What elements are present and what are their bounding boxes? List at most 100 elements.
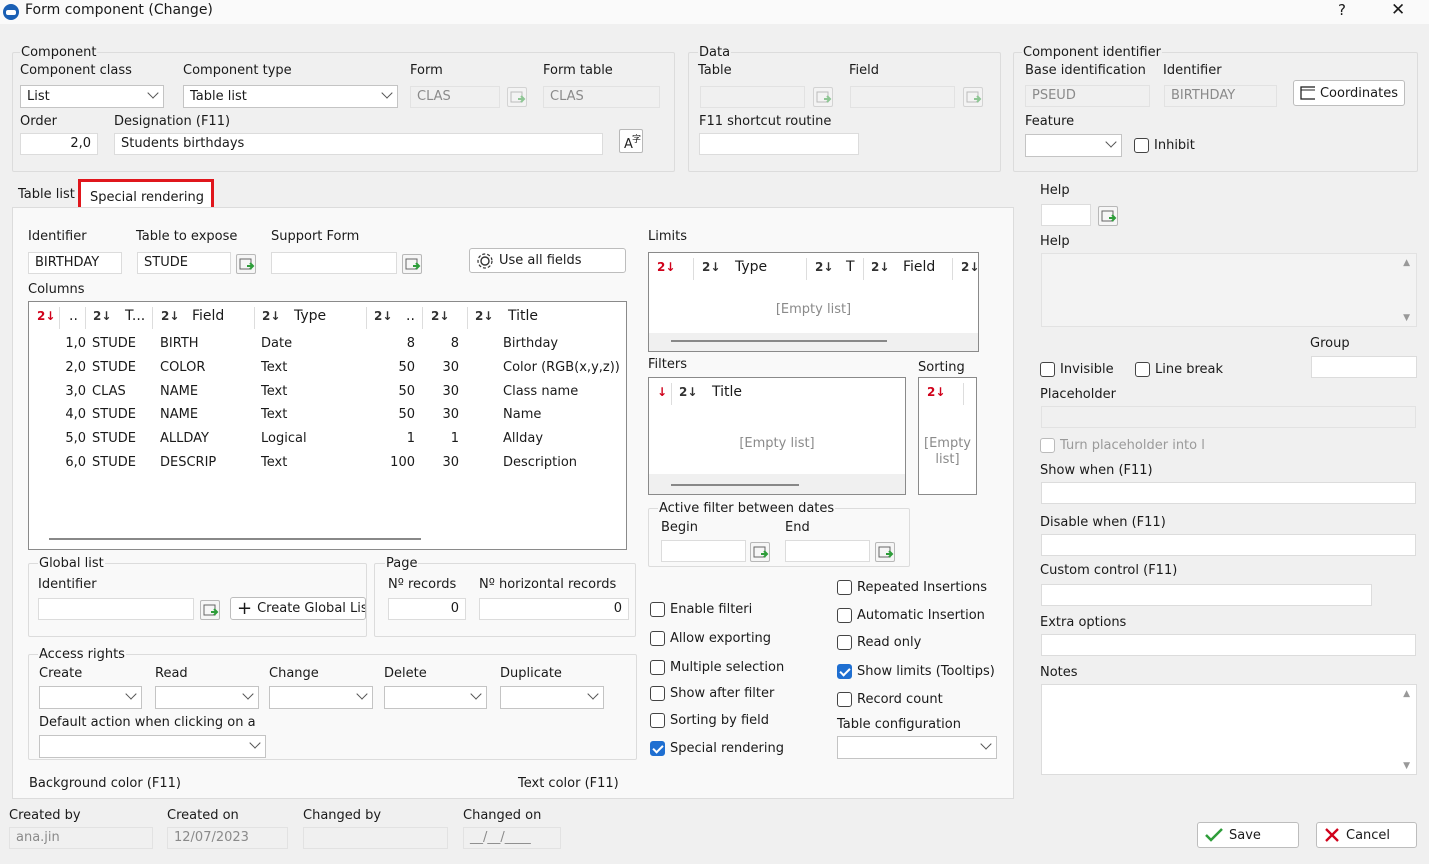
- checkbox-repeated-insertions[interactable]: Repeated Insertions: [837, 580, 987, 595]
- support-form-lookup-button[interactable]: [402, 254, 422, 274]
- checkbox-sorting-by-field[interactable]: Sorting by field: [650, 713, 769, 728]
- begin-date-button[interactable]: [750, 542, 770, 562]
- table-cell: Text: [261, 455, 288, 470]
- sort-icon: 2↓: [702, 260, 721, 274]
- custom-control-field[interactable]: [1041, 584, 1372, 606]
- tl-identifier-field[interactable]: BIRTHDAY: [28, 252, 122, 274]
- data-group-title: Data: [698, 45, 732, 60]
- read-select[interactable]: [155, 686, 259, 709]
- begin-field[interactable]: [661, 540, 746, 562]
- checkbox-allow-exporting[interactable]: Allow exporting: [650, 631, 771, 646]
- inhibit-checkbox[interactable]: Inhibit: [1134, 138, 1196, 153]
- delete-select[interactable]: [384, 686, 487, 709]
- checkbox-automatic-insertion[interactable]: Automatic Insertion: [837, 608, 985, 623]
- chevron-down-icon: [249, 737, 261, 749]
- base-identification-field[interactable]: PSEUD: [1025, 85, 1150, 107]
- lookup-icon: [816, 91, 832, 103]
- horizontal-records-field[interactable]: 0: [479, 598, 629, 620]
- checkbox-special-rendering[interactable]: Special rendering: [650, 741, 784, 756]
- data-field-lookup-button[interactable]: [963, 87, 983, 107]
- f11-shortcut-label: F11 shortcut routine: [699, 114, 832, 129]
- checkbox-show-after-filter[interactable]: Show after filter: [650, 686, 774, 701]
- disable-when-field[interactable]: [1041, 534, 1416, 556]
- show-when-field[interactable]: [1041, 482, 1416, 504]
- chevron-down-icon: [125, 688, 137, 700]
- sort-icon: 2↓: [679, 385, 698, 399]
- table-cell: 1,0: [65, 336, 86, 351]
- sort-icon: 2↓: [431, 309, 450, 323]
- table-config-select[interactable]: [837, 736, 997, 759]
- notes-area[interactable]: ▲ ▼: [1041, 684, 1417, 775]
- create-global-list-button[interactable]: + Create Global Lis: [230, 597, 366, 620]
- checkbox-record-count[interactable]: Record count: [837, 692, 943, 707]
- duplicate-select[interactable]: [500, 686, 604, 709]
- invisible-checkbox[interactable]: Invisible: [1040, 362, 1114, 377]
- table-row[interactable]: 1,0 STUDE BIRTH Date 8 8 Birthday: [29, 336, 626, 358]
- active-filter-title: Active filter between dates: [658, 501, 836, 516]
- form-lookup-button[interactable]: [507, 87, 527, 107]
- placeholder-field[interactable]: [1041, 406, 1416, 428]
- data-field-field[interactable]: [850, 86, 955, 108]
- limits-list[interactable]: 2↓ 2↓ Type 2↓ T 2↓ Field 2↓ [Empty list]: [648, 252, 979, 352]
- identifier-field[interactable]: BIRTHDAY: [1164, 85, 1277, 107]
- filters-list[interactable]: ↓ 2↓ Title [Empty list]: [648, 377, 906, 495]
- columns-list[interactable]: 2↓ .. 2↓ T... 2↓ Field 2↓ Type 2↓ .. 2↓ …: [28, 301, 627, 550]
- sort-icon: 2↓: [871, 260, 890, 274]
- checkbox-multiple-selection[interactable]: Multiple selection: [650, 660, 784, 675]
- table-row[interactable]: 4,0 STUDE NAME Text 50 30 Name: [29, 407, 626, 429]
- close-button[interactable]: ✕: [1391, 0, 1405, 20]
- calendar-icon: [753, 546, 769, 558]
- checkbox-read-only[interactable]: Read only: [837, 635, 921, 650]
- default-action-select[interactable]: [39, 735, 266, 758]
- table-row[interactable]: 6,0 STUDE DESCRIP Text 100 30 Description: [29, 455, 626, 477]
- designation-field[interactable]: Students birthdays: [114, 133, 603, 155]
- global-lookup-button[interactable]: [200, 600, 220, 620]
- save-button[interactable]: Save: [1197, 822, 1299, 848]
- sorting-list[interactable]: 2↓ [Empty list]: [918, 377, 977, 495]
- records-field[interactable]: 0: [388, 598, 466, 620]
- checkbox-enable-filteri[interactable]: Enable filteri: [650, 602, 752, 617]
- table-config-label: Table configuration: [837, 717, 961, 732]
- table-row[interactable]: 2,0 STUDE COLOR Text 50 30 Color (RGB(x,y,z)): [29, 360, 626, 382]
- create-select[interactable]: [39, 686, 142, 709]
- help-text-area[interactable]: ▲ ▼: [1041, 253, 1417, 327]
- table-to-expose-lookup-button[interactable]: [236, 254, 256, 274]
- help-button[interactable]: ?: [1338, 1, 1346, 19]
- line-break-checkbox[interactable]: Line break: [1135, 362, 1223, 377]
- sorting-label: Sorting: [918, 360, 965, 375]
- component-type-select[interactable]: Table list: [183, 85, 398, 108]
- extra-options-field[interactable]: [1041, 634, 1416, 656]
- tab-table-list[interactable]: Table list: [18, 187, 75, 202]
- table-row[interactable]: 3,0 CLAS NAME Text 50 30 Class name: [29, 384, 626, 406]
- lookup-icon: [1101, 210, 1117, 222]
- use-all-fields-button[interactable]: Use all fields: [469, 248, 626, 273]
- help-lookup-button[interactable]: [1098, 206, 1118, 226]
- form-table-field[interactable]: CLAS: [543, 86, 660, 108]
- support-form-field[interactable]: [271, 252, 397, 274]
- cancel-button[interactable]: Cancel: [1316, 822, 1417, 848]
- form-field[interactable]: CLAS: [410, 86, 500, 108]
- turn-placeholder-checkbox[interactable]: Turn placeholder into l: [1040, 438, 1205, 453]
- change-select[interactable]: [269, 686, 373, 709]
- end-field[interactable]: [785, 540, 870, 562]
- translate-button[interactable]: A字: [619, 129, 643, 153]
- global-identifier-field[interactable]: [38, 598, 194, 620]
- columns-label: Columns: [28, 282, 85, 297]
- change-label: Change: [269, 666, 319, 681]
- table-to-expose-field[interactable]: STUDE: [137, 252, 231, 274]
- component-class-select[interactable]: List: [20, 85, 164, 108]
- end-date-button[interactable]: [875, 542, 895, 562]
- feature-select[interactable]: [1025, 134, 1122, 157]
- help-field[interactable]: [1041, 204, 1091, 226]
- data-table-lookup-button[interactable]: [813, 87, 833, 107]
- data-table-field[interactable]: [700, 86, 805, 108]
- f11-shortcut-field[interactable]: [699, 133, 859, 155]
- checkbox-show-limits-tooltips-[interactable]: Show limits (Tooltips): [837, 664, 995, 679]
- records-label: Nº records: [388, 577, 457, 592]
- table-row[interactable]: 5,0 STUDE ALLDAY Logical 1 1 Allday: [29, 431, 626, 453]
- coordinates-button[interactable]: Coordinates: [1293, 80, 1405, 106]
- group-field[interactable]: [1311, 356, 1417, 378]
- global-identifier-label: Identifier: [38, 577, 97, 592]
- changed-on-field: __/__/____: [463, 827, 561, 849]
- order-field[interactable]: 2,0: [20, 133, 98, 155]
